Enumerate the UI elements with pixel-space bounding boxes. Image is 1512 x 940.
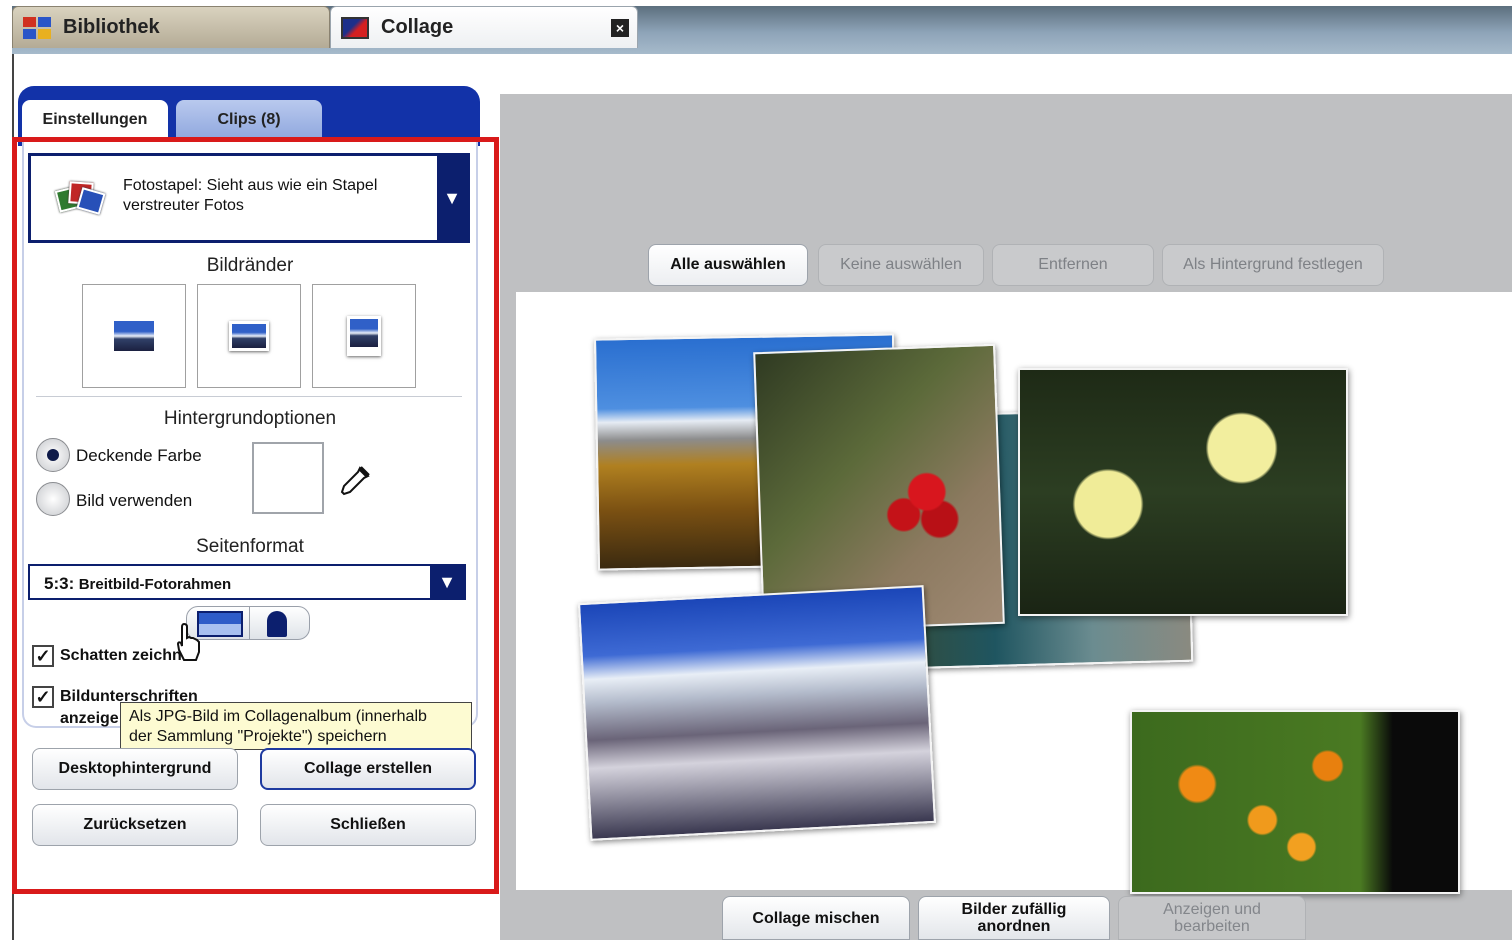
select-all-button[interactable]: Alle auswählen [648, 244, 808, 286]
set-background-button[interactable]: Als Hintergrund festlegen [1162, 244, 1384, 286]
captions-checkbox[interactable]: ✓ [32, 686, 54, 708]
collage-photo-snowy-mountains[interactable] [578, 585, 936, 841]
tab-collage-label: Collage [381, 16, 454, 38]
random-arrange-line2: anordnen [977, 918, 1051, 935]
close-button[interactable]: Schließen [260, 804, 476, 846]
tooltip-line2: der Sammlung "Projekte") speichern [129, 728, 387, 745]
portrait-orientation-icon[interactable] [267, 611, 287, 637]
save-tooltip: Als JPG-Bild im Collagenalbum (innerhalb… [120, 702, 472, 750]
landscape-thumbnail-icon [347, 316, 381, 356]
landscape-thumbnail-icon [114, 321, 154, 351]
captions-label-line2: anzeige [60, 710, 119, 727]
orientation-toggle[interactable] [186, 606, 310, 640]
page-format-name: Breitbild-Fotorahmen [78, 576, 232, 593]
tab-library[interactable]: Bibliothek [12, 6, 330, 48]
panel-header: Einstellungen Clips (8) [18, 86, 480, 146]
shadows-checkbox[interactable]: ✓ [32, 645, 54, 667]
tab-clips[interactable]: Clips (8) [176, 100, 322, 140]
view-edit-label: Anzeigen und bearbeiten [1163, 901, 1261, 935]
tab-library-label: Bibliothek [63, 16, 160, 38]
background-color-swatch[interactable] [252, 442, 324, 514]
collage-style-line1: Fotostapel: Sieht aus wie ein Stapel [123, 177, 378, 194]
collage-style-line2: verstreuter Fotos [123, 197, 244, 214]
background-title: Hintergrundoptionen [163, 408, 337, 429]
select-none-button[interactable]: Keine auswählen [818, 244, 984, 286]
radio-use-image-label: Bild verwenden [76, 491, 193, 510]
frame-option-none[interactable] [82, 284, 186, 388]
section-divider [36, 396, 462, 397]
chevron-down-icon[interactable]: ▼ [437, 156, 467, 240]
remove-button[interactable]: Entfernen [992, 244, 1154, 286]
shuffle-collage-button[interactable]: Collage mischen [722, 896, 910, 940]
page-format-title: Seitenformat [196, 536, 304, 557]
desktop-background-button[interactable]: Desktophintergrund [32, 748, 238, 790]
view-edit-line2: bearbeiten [1174, 918, 1250, 935]
frame-option-polaroid[interactable] [312, 284, 416, 388]
page-format-ratio: 5:3: [44, 574, 75, 593]
collage-photo-orange-flowers[interactable] [1130, 710, 1460, 894]
create-collage-button[interactable]: Collage erstellen [260, 748, 476, 790]
collage-style-dropdown[interactable]: Fotostapel: Sieht aus wie ein Stapel ver… [28, 153, 470, 243]
frames-title: Bildränder [206, 255, 294, 276]
tab-collage[interactable]: Collage × [330, 6, 638, 48]
radio-use-image[interactable] [36, 482, 70, 516]
random-arrange-line1: Bilder zufällig [961, 901, 1067, 918]
view-edit-line1: Anzeigen und [1163, 901, 1261, 918]
radio-solid-color[interactable] [36, 438, 70, 472]
tooltip-line1: Als JPG-Bild im Collagenalbum (innerhalb [129, 708, 427, 725]
tab-settings[interactable]: Einstellungen [22, 100, 168, 140]
page-format-dropdown[interactable]: 5:3: Breitbild-Fotorahmen ▼ [28, 564, 466, 600]
chevron-down-icon[interactable]: ▼ [430, 566, 464, 598]
frame-option-thin[interactable] [197, 284, 301, 388]
radio-solid-color-label: Deckende Farbe [76, 446, 202, 465]
shadows-label: Schatten zeichn [60, 647, 182, 664]
reset-button[interactable]: Zurücksetzen [32, 804, 238, 846]
random-arrange-button[interactable]: Bilder zufällig anordnen [918, 896, 1110, 940]
photo-stack-icon [54, 180, 106, 220]
collage-style-value: Fotostapel: Sieht aus wie ein Stapel ver… [123, 176, 423, 216]
window-left-border [12, 54, 14, 940]
collage-icon [341, 16, 369, 39]
landscape-thumbnail-icon [229, 321, 269, 351]
collage-photo-yellow-flowers[interactable] [1018, 368, 1348, 616]
library-icon [23, 16, 51, 39]
eyedropper-icon[interactable] [338, 464, 372, 498]
hand-cursor-icon [176, 622, 200, 661]
orientation-divider [249, 607, 250, 639]
view-edit-button[interactable]: Anzeigen und bearbeiten [1118, 896, 1306, 940]
close-icon[interactable]: × [611, 19, 629, 37]
random-arrange-label: Bilder zufällig anordnen [962, 901, 1067, 935]
